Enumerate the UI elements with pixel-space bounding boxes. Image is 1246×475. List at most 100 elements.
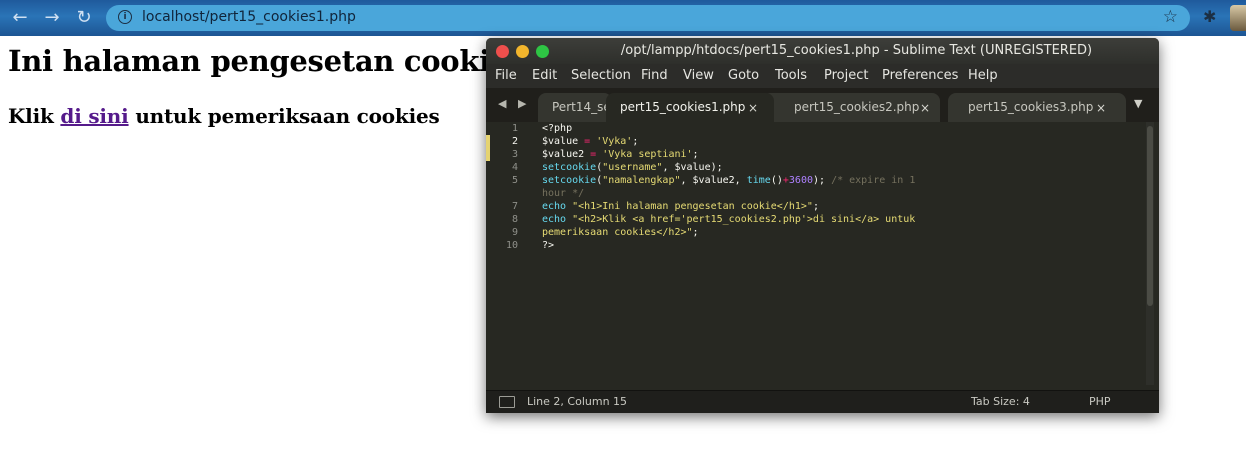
page-title: Ini halaman pengesetan cookie	[8, 44, 508, 78]
code-token: ()	[770, 175, 783, 186]
code-token: ;	[692, 227, 699, 238]
tab-list-dropdown-icon[interactable]: ▼	[1134, 97, 1142, 110]
cookies-link[interactable]: di sini	[60, 104, 128, 128]
code-line: echo "<h2>Klik <a href='pert15_cookies2.…	[542, 213, 915, 226]
reload-icon[interactable]: ↻	[72, 6, 96, 30]
tab-close-icon[interactable]: ×	[1096, 101, 1106, 115]
line-number: 9	[511, 227, 518, 238]
menu-selection[interactable]: Selection	[571, 68, 631, 83]
code-token: hour */	[542, 188, 585, 199]
tab-label: Pert14_se	[552, 100, 611, 114]
code-line: pemeriksaan cookies</h2>";	[542, 226, 915, 239]
line-number: 4	[511, 162, 518, 173]
sublime-text-window: /opt/lampp/htdocs/pert15_cookies1.php - …	[486, 38, 1159, 413]
menu-edit[interactable]: Edit	[532, 68, 557, 83]
profile-avatar[interactable]	[1230, 5, 1246, 31]
code-token: 3600	[788, 175, 813, 186]
code-text: <?php $value = 'Vyka'; $value2 = 'Vyka s…	[542, 122, 915, 252]
code-line: echo "<h1>Ini halaman pengesetan cookie<…	[542, 200, 915, 213]
line-number	[492, 187, 518, 200]
url-text[interactable]: localhost/pert15_cookies1.php	[142, 9, 356, 25]
page-subtitle: Klik di sini untuk pemeriksaan cookies	[8, 104, 440, 128]
line-number: 2	[511, 136, 518, 147]
code-line: setcookie("namalengkap", $value2, time()…	[542, 174, 915, 187]
cursor-position: Line 2, Column 15	[527, 395, 628, 408]
code-token: , $value);	[662, 162, 723, 173]
status-bar: Line 2, Column 15 Tab Size: 4 PHP	[486, 390, 1159, 413]
code-token: setcookie	[542, 162, 597, 173]
code-token: ?>	[542, 240, 555, 251]
tab-label: pert15_cookies2.php	[794, 100, 920, 114]
code-token: ;	[812, 201, 819, 212]
tab-pert15-cookies2[interactable]: pert15_cookies2.php ×	[762, 93, 940, 122]
code-token: pemeriksaan cookies</h2>"	[542, 227, 693, 238]
code-token: echo	[542, 214, 567, 225]
tab-label: pert15_cookies3.php	[968, 100, 1094, 114]
tab-pert15-cookies3[interactable]: pert15_cookies3.php ×	[948, 93, 1126, 122]
menu-goto[interactable]: Goto	[728, 68, 759, 83]
code-token: "namalengkap"	[602, 175, 681, 186]
bookmark-star-icon[interactable]: ☆	[1163, 7, 1178, 27]
code-token: echo	[542, 201, 567, 212]
code-token: =	[578, 136, 597, 147]
code-editor[interactable]: 1 2 3 4 5 7 8 9 10 <?php $value = 'Vyka'…	[486, 122, 1159, 385]
code-token: /* expire in 1	[831, 175, 916, 186]
address-bar[interactable]: i localhost/pert15_cookies1.php ☆	[106, 5, 1190, 31]
menu-find[interactable]: Find	[641, 68, 668, 83]
code-token: =	[584, 149, 603, 160]
code-line: <?php	[542, 122, 915, 135]
tab-close-icon[interactable]: ×	[920, 101, 930, 115]
modified-lines-marker	[486, 135, 490, 161]
panel-toggle-icon[interactable]	[499, 396, 515, 408]
code-line: setcookie("username", $value);	[542, 161, 915, 174]
menu-view[interactable]: View	[683, 68, 714, 83]
code-token: ;	[692, 149, 699, 160]
code-token: 'Vyka septiani'	[602, 149, 693, 160]
syntax-indicator[interactable]: PHP	[1089, 395, 1111, 408]
line-number: 10	[505, 240, 518, 251]
line-number: 7	[511, 201, 518, 212]
window-title: /opt/lampp/htdocs/pert15_cookies1.php - …	[620, 43, 1093, 58]
editor-scrollbar-thumb[interactable]	[1147, 126, 1153, 306]
menu-project[interactable]: Project	[824, 68, 868, 83]
tab-scroll-arrows-icon[interactable]: ◀ ▶	[498, 97, 530, 110]
code-token: );	[813, 175, 832, 186]
code-line: ?>	[542, 239, 915, 252]
code-token: "<h2>Klik <a href='pert15_cookies2.php'>…	[566, 214, 916, 225]
site-info-icon[interactable]: i	[118, 10, 132, 24]
forward-arrow-icon[interactable]: →	[40, 6, 64, 30]
tab-size-indicator[interactable]: Tab Size: 4	[971, 395, 1030, 408]
line-number: 1	[511, 123, 518, 134]
tab-close-icon[interactable]: ×	[748, 101, 758, 115]
code-token: 'Vyka'	[596, 136, 633, 147]
line-number-gutter: 1 2 3 4 5 7 8 9 10	[492, 122, 518, 252]
code-line: $value2 = 'Vyka septiani';	[542, 148, 915, 161]
code-token: ;	[632, 136, 639, 147]
code-token: time	[746, 175, 771, 186]
browser-toolbar: ← → ↻ i localhost/pert15_cookies1.php ☆ …	[0, 0, 1246, 36]
tab-pert15-cookies1[interactable]: pert15_cookies1.php ×	[606, 93, 774, 122]
back-arrow-icon[interactable]: ←	[8, 6, 32, 30]
code-token: $value2	[542, 149, 585, 160]
window-titlebar[interactable]: /opt/lampp/htdocs/pert15_cookies1.php - …	[486, 38, 1159, 64]
subtitle-suffix: untuk pemeriksaan cookies	[128, 104, 440, 128]
line-number: 5	[511, 175, 518, 186]
tab-pert14[interactable]: Pert14_se	[538, 93, 612, 122]
tab-bar: ◀ ▶ Pert14_se pert15_cookies2.php × pert…	[486, 88, 1159, 122]
subtitle-prefix: Klik	[8, 104, 61, 128]
menu-bar: File Edit Selection Find View Goto Tools…	[486, 64, 1159, 88]
code-token: , $value2,	[680, 175, 747, 186]
code-line: hour */	[542, 187, 915, 200]
code-token: "username"	[602, 162, 663, 173]
menu-help[interactable]: Help	[968, 68, 998, 83]
code-token: <?php	[542, 123, 573, 134]
menu-preferences[interactable]: Preferences	[882, 68, 958, 83]
menu-tools[interactable]: Tools	[775, 68, 807, 83]
menu-file[interactable]: File	[495, 68, 517, 83]
line-number: 3	[511, 149, 518, 160]
code-token: setcookie	[542, 175, 597, 186]
tab-label: pert15_cookies1.php	[620, 100, 746, 114]
code-token: "<h1>Ini halaman pengesetan cookie</h1>"	[566, 201, 813, 212]
extensions-puzzle-icon[interactable]: ✱	[1203, 7, 1216, 26]
line-number: 8	[511, 214, 518, 225]
